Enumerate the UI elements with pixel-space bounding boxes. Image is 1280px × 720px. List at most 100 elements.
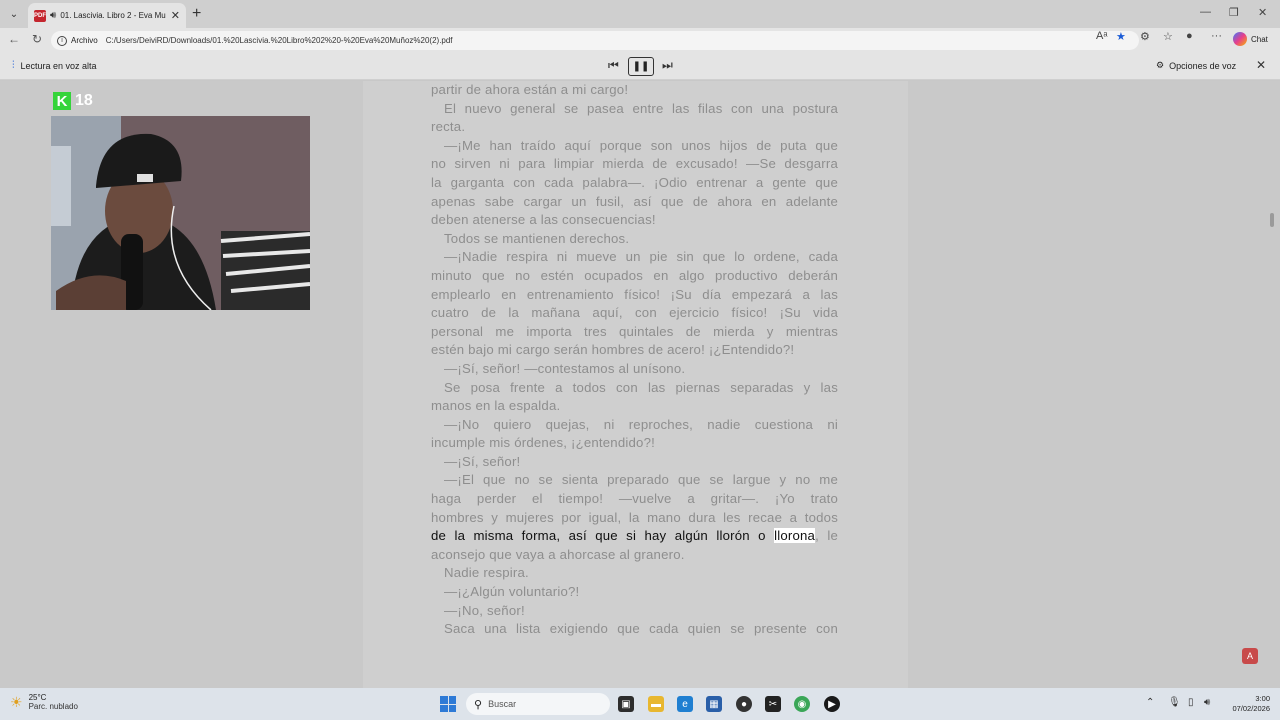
- chat-label: Chat: [1251, 34, 1268, 44]
- text-line: estén bajo mi cargo serán hombres de ace…: [431, 342, 795, 358]
- read-aloud-bar: ⫶ Lectura en voz alta ⏮ ❚❚ ⏭ ⚙ Opciones …: [0, 52, 1280, 80]
- text-line: emplearlo en entrenamiento físico! ¡Su d…: [431, 286, 838, 302]
- favorites-icon[interactable]: ☆: [1163, 30, 1173, 43]
- close-tab-icon[interactable]: ✕: [171, 9, 180, 22]
- text-line: personal me importa tres quintales de mi…: [431, 323, 838, 339]
- voice-options-label: Opciones de voz: [1169, 60, 1237, 71]
- read-aloud-toolbar-icon[interactable]: Aᵃ: [1096, 30, 1107, 42]
- minimize-icon[interactable]: —: [1200, 6, 1211, 18]
- back-arrow-icon[interactable]: ←: [8, 32, 20, 46]
- scrollbar-thumb[interactable]: [1270, 213, 1274, 227]
- file-explorer-icon[interactable]: ▬: [648, 696, 664, 712]
- taskbar-search[interactable]: ⚲ Buscar: [466, 693, 610, 715]
- copilot-chat-button[interactable]: Chat: [1233, 32, 1268, 46]
- store-icon[interactable]: ▦: [706, 696, 722, 712]
- tab-strip: ⌄ PDF 🔊︎ 01. Lascivia. Libro 2 - Eva Mu …: [0, 0, 1280, 28]
- highlighted-line-text: de la misma forma, así que si hay algún …: [431, 528, 775, 544]
- line-tail-text: , le: [815, 528, 838, 544]
- close-read-aloud-icon[interactable]: ✕: [1256, 58, 1266, 72]
- url-field[interactable]: i Archivo C:/Users/DeiviRD/Downloads/01.…: [51, 31, 1139, 50]
- task-view-icon[interactable]: ▣: [618, 696, 634, 712]
- text-line: El nuevo general se pasea entre las fila…: [444, 100, 838, 116]
- weather-desc: Parc. nublado: [28, 702, 78, 711]
- current-spoken-word: llorona: [774, 528, 816, 544]
- webcam-feed: [51, 116, 310, 310]
- chrome-icon[interactable]: ◉: [794, 696, 810, 712]
- text-line: minuto que no estén ocupados en algo pro…: [431, 267, 838, 283]
- text-line: Saca una lista exigiendo que cada quien …: [444, 621, 838, 637]
- text-line: la garganta con cada palabra—. ¡Odio ent…: [431, 174, 838, 190]
- next-paragraph-icon[interactable]: ⏭: [662, 58, 673, 73]
- search-placeholder: Buscar: [488, 699, 517, 709]
- app-icon[interactable]: ●: [736, 696, 752, 712]
- text-line: manos en la espalda.: [431, 398, 561, 414]
- age-badge-number: 18: [75, 92, 93, 109]
- taskbar: ☀ 25°C Parc. nublado ⚲ Buscar ▣ ▬ e ▦ ● …: [0, 688, 1280, 720]
- text-line: cuatro de la mañana aquí, con ejercicio …: [431, 305, 838, 321]
- text-line: hombres y mujeres por igual, la mano dur…: [431, 509, 838, 525]
- start-windows-icon[interactable]: [440, 696, 456, 712]
- voice-options-button[interactable]: ⚙ Opciones de voz: [1156, 60, 1236, 71]
- text-line: —¡El que no se sienta preparado que se l…: [444, 472, 838, 488]
- clock[interactable]: 3:00 07/02/2026: [1226, 694, 1270, 714]
- refresh-icon[interactable]: ↻: [32, 32, 42, 46]
- speaker-icon[interactable]: 🔊︎: [50, 10, 56, 21]
- audio-wave-icon: ⫶: [12, 60, 15, 71]
- search-icon: ⚲: [474, 698, 483, 711]
- clock-date: 07/02/2026: [1232, 704, 1270, 713]
- kick-k-icon: K: [53, 92, 71, 110]
- weather-temp: 25°C: [28, 693, 47, 702]
- text-line: aconsejo que vaya a ahorcase al granero.: [431, 546, 685, 562]
- text-line: Todos se mantienen derechos.: [444, 230, 630, 246]
- url-text[interactable]: C:/Users/DeiviRD/Downloads/01.%20Lascivi…: [106, 36, 453, 45]
- text-line: incumple mis órdenes, ¡¿entendido?!: [431, 435, 655, 451]
- pause-button[interactable]: ❚❚: [628, 57, 654, 76]
- microphone-icon[interactable]: 🎙︎: [1168, 697, 1181, 708]
- text-line: —¡Sí, señor! —contestamos al unísono.: [444, 360, 686, 376]
- address-bar: ← ↻ i Archivo C:/Users/DeiviRD/Downloads…: [0, 28, 1280, 52]
- voice-settings-icon: ⚙: [1156, 60, 1165, 70]
- text-line: —¡No quiero quejas, ni reproches, nadie …: [444, 416, 838, 432]
- copilot-icon: [1233, 32, 1247, 46]
- read-aloud-label: ⫶ Lectura en voz alta: [12, 60, 97, 71]
- restore-icon[interactable]: ❐: [1229, 6, 1239, 19]
- read-aloud-text: Lectura en voz alta: [20, 60, 97, 71]
- text-line: apenas sabe cargar un fusil, así que de …: [431, 193, 838, 209]
- tab-list-chevron-icon[interactable]: ⌄: [4, 4, 24, 24]
- new-tab-plus-icon[interactable]: +: [192, 5, 201, 23]
- tab-title: 01. Lascivia. Libro 2 - Eva Mu: [60, 11, 166, 20]
- capcut-icon[interactable]: ✂: [765, 696, 781, 712]
- text-line: Nadie respira.: [444, 565, 529, 581]
- previous-paragraph-icon[interactable]: ⏮: [608, 58, 619, 73]
- page-text: partir de ahora están a mi cargo! El nuev…: [431, 81, 838, 639]
- extensions-icon[interactable]: ⚙: [1140, 30, 1150, 43]
- pdf-icon: PDF: [34, 9, 46, 22]
- text-line: —¡Nadie respira ni mueve un pie sin que …: [444, 249, 838, 265]
- highlighted-line: de la misma forma, así que si hay algún …: [431, 527, 838, 546]
- profile-avatar-icon[interactable]: ●: [1186, 30, 1193, 42]
- text-line: recta.: [431, 119, 466, 135]
- acrobat-icon[interactable]: A: [1242, 648, 1258, 664]
- weather-widget[interactable]: ☀ 25°C Parc. nublado: [10, 693, 78, 711]
- text-line: —¡No, señor!: [444, 602, 525, 618]
- edge-browser-icon[interactable]: e: [677, 696, 693, 712]
- info-icon[interactable]: i: [57, 35, 67, 46]
- volume-icon[interactable]: 🔊︎: [1204, 697, 1210, 708]
- partly-cloudy-icon: ☀: [10, 693, 23, 710]
- favorite-star-icon[interactable]: ★: [1116, 30, 1126, 43]
- more-menu-icon[interactable]: ···: [1211, 30, 1222, 42]
- text-line: haga perder el tiempo! —vuelve a gritar—…: [431, 491, 838, 507]
- text-line: partir de ahora están a mi cargo!: [431, 82, 629, 97]
- text-line: Se posa frente a todos con las piernas s…: [444, 379, 838, 395]
- text-line: deben atenerse a las consecuencias!: [431, 212, 656, 228]
- text-line: —¡¿Algún voluntario?!: [444, 584, 580, 600]
- protocol-label: Archivo: [71, 36, 98, 45]
- text-line: —¡Sí, señor!: [444, 453, 521, 469]
- active-tab[interactable]: PDF 🔊︎ 01. Lascivia. Libro 2 - Eva Mu ✕: [28, 3, 186, 28]
- tray-overflow-chevron-icon[interactable]: ⌃: [1146, 697, 1154, 708]
- text-line: —¡Me han traído aquí porque son unos hij…: [444, 137, 838, 153]
- close-window-icon[interactable]: ✕: [1258, 6, 1267, 19]
- media-player-icon[interactable]: ▶: [824, 696, 840, 712]
- clock-time: 3:00: [1255, 694, 1270, 703]
- network-icon[interactable]: ▯: [1188, 697, 1194, 708]
